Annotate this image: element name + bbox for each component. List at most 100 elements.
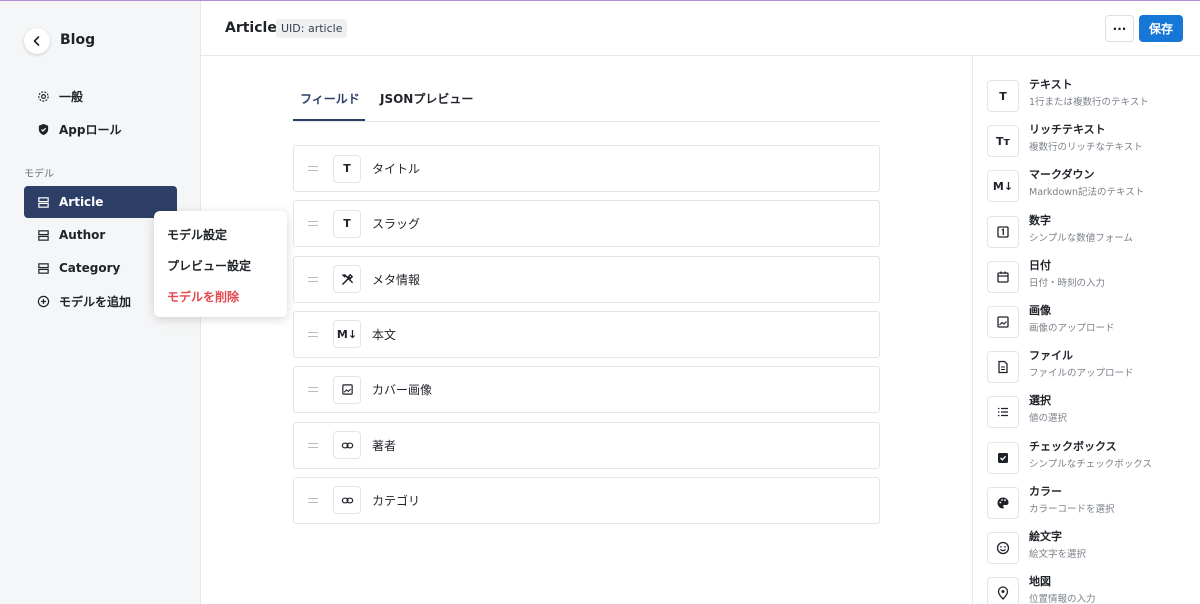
field-row[interactable]: T タイトル	[293, 145, 880, 192]
plus-circle-icon	[36, 294, 50, 308]
menu-item-delete-model[interactable]: モデルを削除	[154, 281, 287, 312]
field-type-name: 地図	[1029, 575, 1051, 589]
field-type-item[interactable]: 数字 シンプルな数値フォーム	[987, 212, 1197, 252]
field-type-name: ファイル	[1029, 349, 1073, 363]
tab-json-preview[interactable]: JSONプレビュー	[380, 90, 473, 107]
field-type-item[interactable]: T テキスト 1行または複数行のテキスト	[987, 76, 1197, 116]
field-label: カテゴリ	[372, 493, 421, 508]
field-type-description: 絵文字を選択	[1029, 549, 1087, 560]
field-type-description: 複数行のリッチなテキスト	[1029, 142, 1143, 154]
field-type-item[interactable]: ファイルファイルのアップロード	[987, 347, 1197, 387]
back-button[interactable]	[24, 28, 50, 54]
tools-icon	[333, 265, 361, 294]
field-type-item[interactable]: カラー カラーコードを選択	[987, 483, 1197, 523]
drag-handle-icon[interactable]	[308, 166, 322, 171]
field-label: スラッグ	[372, 217, 421, 232]
sidebar-item-label: 一般	[59, 89, 84, 104]
more-options-button[interactable]: ···	[1105, 15, 1134, 42]
field-type-description: 値の選択	[1029, 413, 1068, 425]
file-icon	[987, 351, 1019, 384]
field-row[interactable]: カテゴリ	[293, 476, 880, 524]
list-icon	[987, 396, 1019, 429]
field-row[interactable]: T スラッグ	[293, 200, 880, 248]
field-type-item[interactable]: 日付日付・時刻の入力	[987, 257, 1197, 297]
drag-handle-icon[interactable]	[308, 276, 322, 282]
emoji-icon	[987, 532, 1019, 564]
gear-icon	[36, 89, 50, 103]
drag-handle-icon[interactable]	[308, 387, 322, 393]
field-type-item[interactable]: 画像画像のアップロード	[987, 302, 1197, 342]
map-pin-icon	[987, 577, 1019, 604]
model-context-menu: モデル設定 プレビュー設定 モデルを削除	[154, 211, 287, 317]
field-type-name: マークダウン	[1029, 168, 1095, 182]
uid-badge: UID: article	[276, 19, 348, 38]
field-type-item[interactable]: 選択 値の選択	[987, 392, 1197, 432]
save-button[interactable]: 保存	[1139, 15, 1183, 42]
palette-icon	[987, 486, 1019, 519]
page-title: Article	[225, 20, 277, 36]
field-type-description: 日付・時刻の入力	[1029, 277, 1106, 289]
sidebar-item-general[interactable]: 一般	[24, 80, 177, 112]
field-type-name: リッチテキスト	[1029, 123, 1106, 137]
field-type-description: Markdown記法のテキスト	[1029, 187, 1145, 199]
field-type-item[interactable]: 地図 位置情報の入力	[987, 573, 1197, 604]
tab-fields[interactable]: フィールド	[300, 90, 360, 107]
menu-item-preview-settings[interactable]: プレビュー設定	[154, 250, 287, 281]
models-section-label: モデル	[24, 169, 54, 180]
drag-handle-icon[interactable]	[308, 331, 322, 337]
drag-handle-icon[interactable]	[308, 497, 322, 503]
number-icon	[987, 215, 1019, 248]
field-type-description: 1行または複数行のテキスト	[1029, 97, 1149, 108]
field-type-item[interactable]: Tт リッチテキスト複数行のリッチなテキスト	[987, 121, 1197, 161]
field-type-description: 位置情報の入力	[1029, 594, 1096, 604]
model-icon	[36, 228, 50, 242]
field-type-description: シンプルな数値フォーム	[1029, 232, 1133, 244]
calendar-icon	[987, 260, 1019, 293]
sidebar-item-app-role[interactable]: Appロール	[24, 113, 177, 145]
field-label: タイトル	[372, 162, 421, 176]
field-row[interactable]: カバー画像	[293, 366, 880, 414]
field-type-name: カラー	[1029, 484, 1062, 498]
markdown-icon: M↓	[333, 320, 361, 349]
field-type-palette: T テキスト 1行または複数行のテキスト Tт リッチテキスト複数行のリッチなテキスト M…	[972, 56, 1200, 604]
shield-icon	[36, 122, 50, 136]
active-tab-indicator	[293, 119, 365, 121]
field-label: 著者	[372, 438, 397, 453]
field-type-name: 選択	[1029, 394, 1051, 408]
image-icon	[987, 306, 1019, 338]
link-icon	[333, 431, 361, 459]
field-type-item[interactable]: M↓ マークダウン Markdown記法のテキスト	[987, 166, 1197, 206]
checkbox-icon	[987, 441, 1019, 474]
sidebar-item-label: モデルを追加	[59, 294, 132, 309]
text-icon: T	[333, 209, 361, 238]
field-type-description: 画像のアップロード	[1029, 323, 1115, 334]
drag-handle-icon[interactable]	[308, 221, 322, 227]
menu-item-model-settings[interactable]: モデル設定	[154, 219, 287, 250]
sidebar-item-label: Article	[59, 195, 104, 209]
sidebar-item-label: Author	[59, 228, 106, 242]
field-type-name: 画像	[1029, 304, 1051, 317]
tab-bar: フィールド JSONプレビュー	[293, 73, 880, 122]
field-type-name: 日付	[1029, 258, 1051, 272]
field-type-name: 絵文字	[1029, 530, 1062, 543]
link-icon	[333, 486, 361, 515]
sidebar-item-label: Appロール	[59, 122, 122, 137]
sidebar-title: Blog	[60, 32, 96, 48]
field-type-item[interactable]: 絵文字 絵文字を選択	[987, 528, 1197, 568]
model-icon	[36, 261, 50, 275]
field-label: 本文	[372, 327, 397, 342]
drag-handle-icon[interactable]	[308, 442, 322, 448]
text-icon: T	[987, 80, 1019, 112]
field-row[interactable]: メタ情報	[293, 255, 880, 303]
image-icon	[333, 375, 361, 404]
sidebar-item-label: Category	[59, 261, 121, 275]
model-icon	[36, 195, 50, 209]
header: Article UID: article ··· 保存	[201, 1, 1200, 56]
field-type-item[interactable]: チェックボックス シンプルなチェックボックス	[987, 438, 1197, 478]
rich-text-icon: Tт	[987, 125, 1019, 158]
chevron-left-icon	[33, 36, 40, 46]
field-type-name: テキスト	[1029, 78, 1073, 91]
field-type-description: ファイルのアップロード	[1029, 368, 1134, 380]
field-row[interactable]: M↓ 本文	[293, 310, 880, 358]
field-row[interactable]: 著者	[293, 421, 880, 469]
